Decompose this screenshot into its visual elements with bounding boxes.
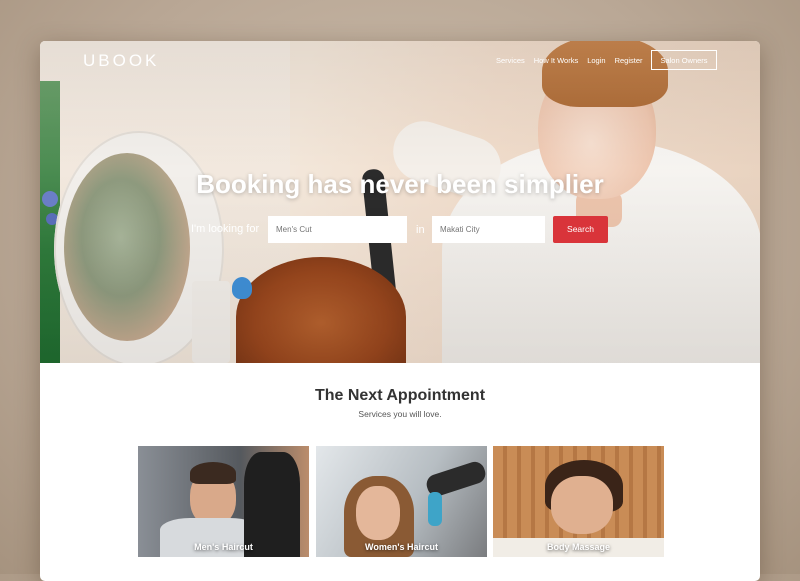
- browser-window: UBOOK Services How It Works Login Regist…: [40, 41, 760, 581]
- client-face-image: [551, 476, 613, 534]
- in-label: in: [416, 224, 425, 236]
- section-title: The Next Appointment: [314, 387, 486, 404]
- nav-how-it-works[interactable]: How It Works: [534, 55, 578, 67]
- location-input[interactable]: [432, 216, 545, 243]
- card-label: Body Massage: [546, 542, 611, 552]
- section-subtitle: Services you will love.: [358, 409, 442, 419]
- brush-image: [428, 492, 442, 526]
- top-nav: Services How It Works Login Register: [496, 55, 643, 67]
- looking-for-label: I'm looking for: [191, 223, 260, 235]
- nav-login[interactable]: Login: [587, 55, 605, 67]
- service-card-body-massage[interactable]: Body Massage: [493, 446, 664, 557]
- service-search-input[interactable]: [268, 216, 407, 243]
- nav-services[interactable]: Services: [496, 55, 525, 67]
- hero-headline: Booking has never been simplier: [196, 169, 604, 199]
- service-card-womens-haircut[interactable]: Women's Haircut: [316, 446, 487, 557]
- card-label: Women's Haircut: [365, 542, 438, 552]
- logo[interactable]: UBOOK: [83, 51, 159, 71]
- service-card-mens-haircut[interactable]: Men's Haircut: [138, 446, 309, 557]
- hero-section: UBOOK Services How It Works Login Regist…: [40, 41, 760, 363]
- nav-register[interactable]: Register: [615, 55, 643, 67]
- customer-face-image: [356, 486, 400, 540]
- search-button[interactable]: Search: [553, 216, 608, 243]
- card-label: Men's Haircut: [194, 542, 253, 552]
- hero-overlay: [40, 41, 760, 363]
- salon-owners-button[interactable]: Salon Owners: [651, 50, 717, 70]
- customer-hair-image: [190, 462, 236, 484]
